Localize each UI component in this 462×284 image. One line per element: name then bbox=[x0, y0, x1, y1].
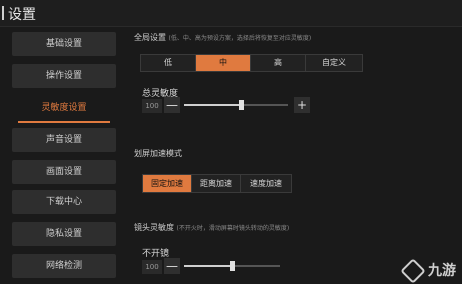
lens-sensitivity-hint: (不开火时，滑动屏幕时镜头转动的灵敏度) bbox=[176, 225, 290, 232]
sidebar-item-controls[interactable]: 操作设置 bbox=[12, 64, 116, 88]
lens-sensitivity-title: 镜头灵敏度 (不开火时，滑动屏幕时镜头转动的灵敏度) bbox=[134, 222, 289, 233]
sidebar-item-graphics[interactable]: 画面设置 bbox=[12, 160, 116, 184]
overall-sensitivity-slider: 100 — + bbox=[142, 97, 312, 115]
no-scope-slider: 100 — bbox=[142, 258, 292, 276]
slider-thumb[interactable] bbox=[239, 100, 244, 110]
tab-speed-accel[interactable]: 速度加速 bbox=[241, 175, 291, 192]
overall-sensitivity-value[interactable]: 100 bbox=[142, 99, 162, 113]
tab-medium[interactable]: 中 bbox=[196, 55, 251, 71]
slider-track[interactable] bbox=[184, 104, 288, 106]
sidebar-item-network[interactable]: 网络检测 bbox=[12, 254, 116, 278]
tab-fixed-accel[interactable]: 固定加速 bbox=[143, 175, 192, 192]
scroll-accel-tabs: 固定加速 距离加速 速度加速 bbox=[142, 174, 292, 193]
minus-button[interactable]: — bbox=[164, 97, 180, 113]
sidebar-item-sound[interactable]: 声音设置 bbox=[12, 128, 116, 152]
sidebar-item-sensitivity[interactable]: 灵敏度设置 bbox=[12, 96, 116, 123]
global-settings-title: 全局设置 (低、中、高为预设方案，选择后将恢复至对应灵敏度) bbox=[134, 32, 311, 43]
lens-sensitivity-label: 镜头灵敏度 bbox=[134, 223, 174, 232]
tab-custom[interactable]: 自定义 bbox=[306, 55, 362, 71]
tab-distance-accel[interactable]: 距离加速 bbox=[192, 175, 241, 192]
lens-minus-button[interactable]: — bbox=[164, 258, 180, 274]
lens-slider-fill bbox=[184, 265, 232, 267]
sidebar-item-downloads[interactable]: 下载中心 bbox=[12, 190, 116, 214]
watermark-logo: 九游 bbox=[400, 258, 456, 284]
sidebar-item-basic[interactable]: 基础设置 bbox=[12, 32, 116, 56]
page-title: 设置 bbox=[2, 4, 36, 24]
no-scope-value[interactable]: 100 bbox=[142, 260, 162, 274]
sidebar-item-privacy[interactable]: 隐私设置 bbox=[12, 222, 116, 246]
slider-fill bbox=[184, 104, 241, 106]
plus-button[interactable]: + bbox=[294, 97, 310, 113]
scroll-accel-title: 划屏加速模式 bbox=[134, 149, 182, 158]
global-preset-tabs: 低 中 高 自定义 bbox=[140, 54, 363, 72]
global-settings-hint: (低、中、高为预设方案，选择后将恢复至对应灵敏度) bbox=[168, 35, 312, 42]
lens-slider-thumb[interactable] bbox=[230, 261, 235, 271]
tab-low[interactable]: 低 bbox=[141, 55, 196, 71]
logo-icon bbox=[400, 258, 426, 284]
header-bar: 设置 bbox=[0, 0, 462, 27]
global-settings-label: 全局设置 bbox=[134, 33, 166, 42]
tab-high[interactable]: 高 bbox=[251, 55, 306, 71]
sidebar: 基础设置 操作设置 灵敏度设置 声音设置 画面设置 下载中心 隐私设置 网络检测 bbox=[0, 26, 128, 284]
watermark-text: 九游 bbox=[428, 263, 456, 279]
